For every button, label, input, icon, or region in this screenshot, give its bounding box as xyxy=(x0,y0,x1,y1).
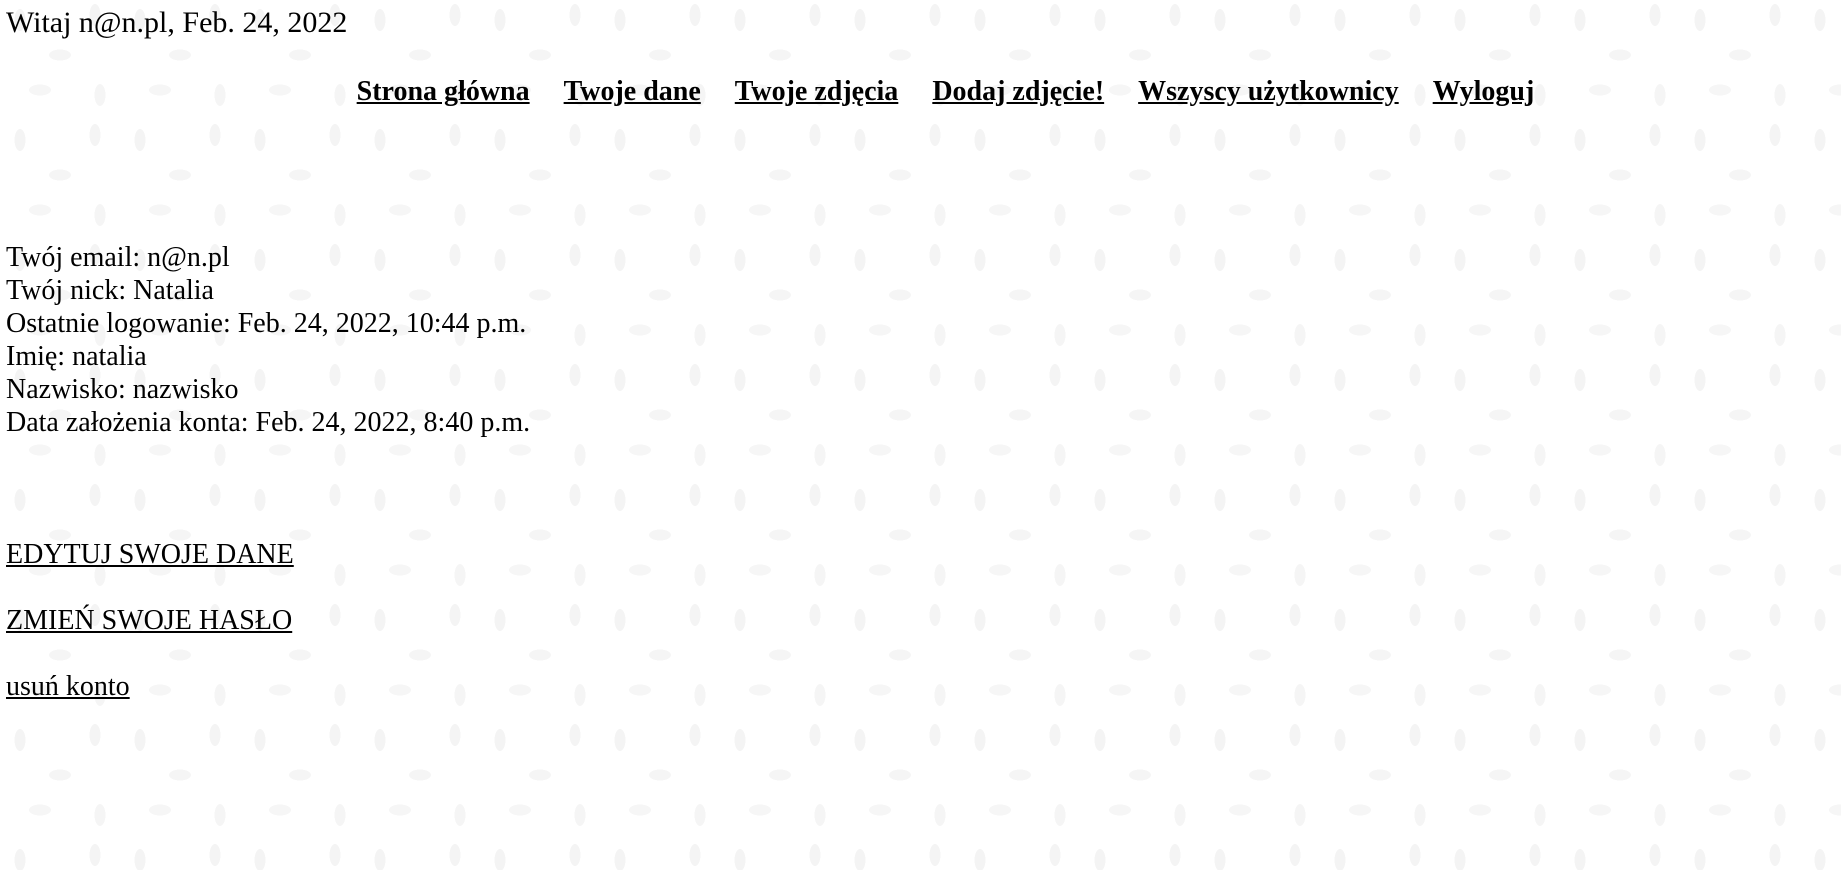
nav-link-add-photo[interactable]: Dodaj zdjęcie! xyxy=(932,76,1104,107)
profile-created: Data założenia konta: Feb. 24, 2022, 8:4… xyxy=(6,407,531,438)
profile-info: Twój email: n@n.pl Twój nick: Natalia Os… xyxy=(6,241,530,439)
change-password-link[interactable]: ZMIEŃ SWOJE HASŁO xyxy=(6,604,294,638)
nav-link-all-users[interactable]: Wszyscy użytkownicy xyxy=(1138,76,1399,107)
profile-last-name: Nazwisko: nazwisko xyxy=(6,374,239,405)
nav-link-your-photos[interactable]: Twoje zdjęcia xyxy=(735,76,899,107)
nav-link-home[interactable]: Strona główna xyxy=(357,76,530,107)
delete-account-link[interactable]: usuń konto xyxy=(6,670,294,704)
account-actions: EDYTUJ SWOJE DANE ZMIEŃ SWOJE HASŁO usuń… xyxy=(6,538,294,736)
profile-email: Twój email: n@n.pl xyxy=(6,242,230,273)
nav-link-logout[interactable]: Wyloguj xyxy=(1433,76,1535,107)
profile-first-name: Imię: natalia xyxy=(6,341,147,372)
profile-nick: Twój nick: Natalia xyxy=(6,275,214,306)
edit-data-link[interactable]: EDYTUJ SWOJE DANE xyxy=(6,538,294,572)
greeting-text: Witaj n@n.pl, Feb. 24, 2022 xyxy=(6,6,348,39)
main-nav: Strona główna Twoje dane Twoje zdjęcia D… xyxy=(0,74,1841,110)
profile-last-login: Ostatnie logowanie: Feb. 24, 2022, 10:44… xyxy=(6,308,527,339)
nav-link-your-data[interactable]: Twoje dane xyxy=(564,76,701,107)
